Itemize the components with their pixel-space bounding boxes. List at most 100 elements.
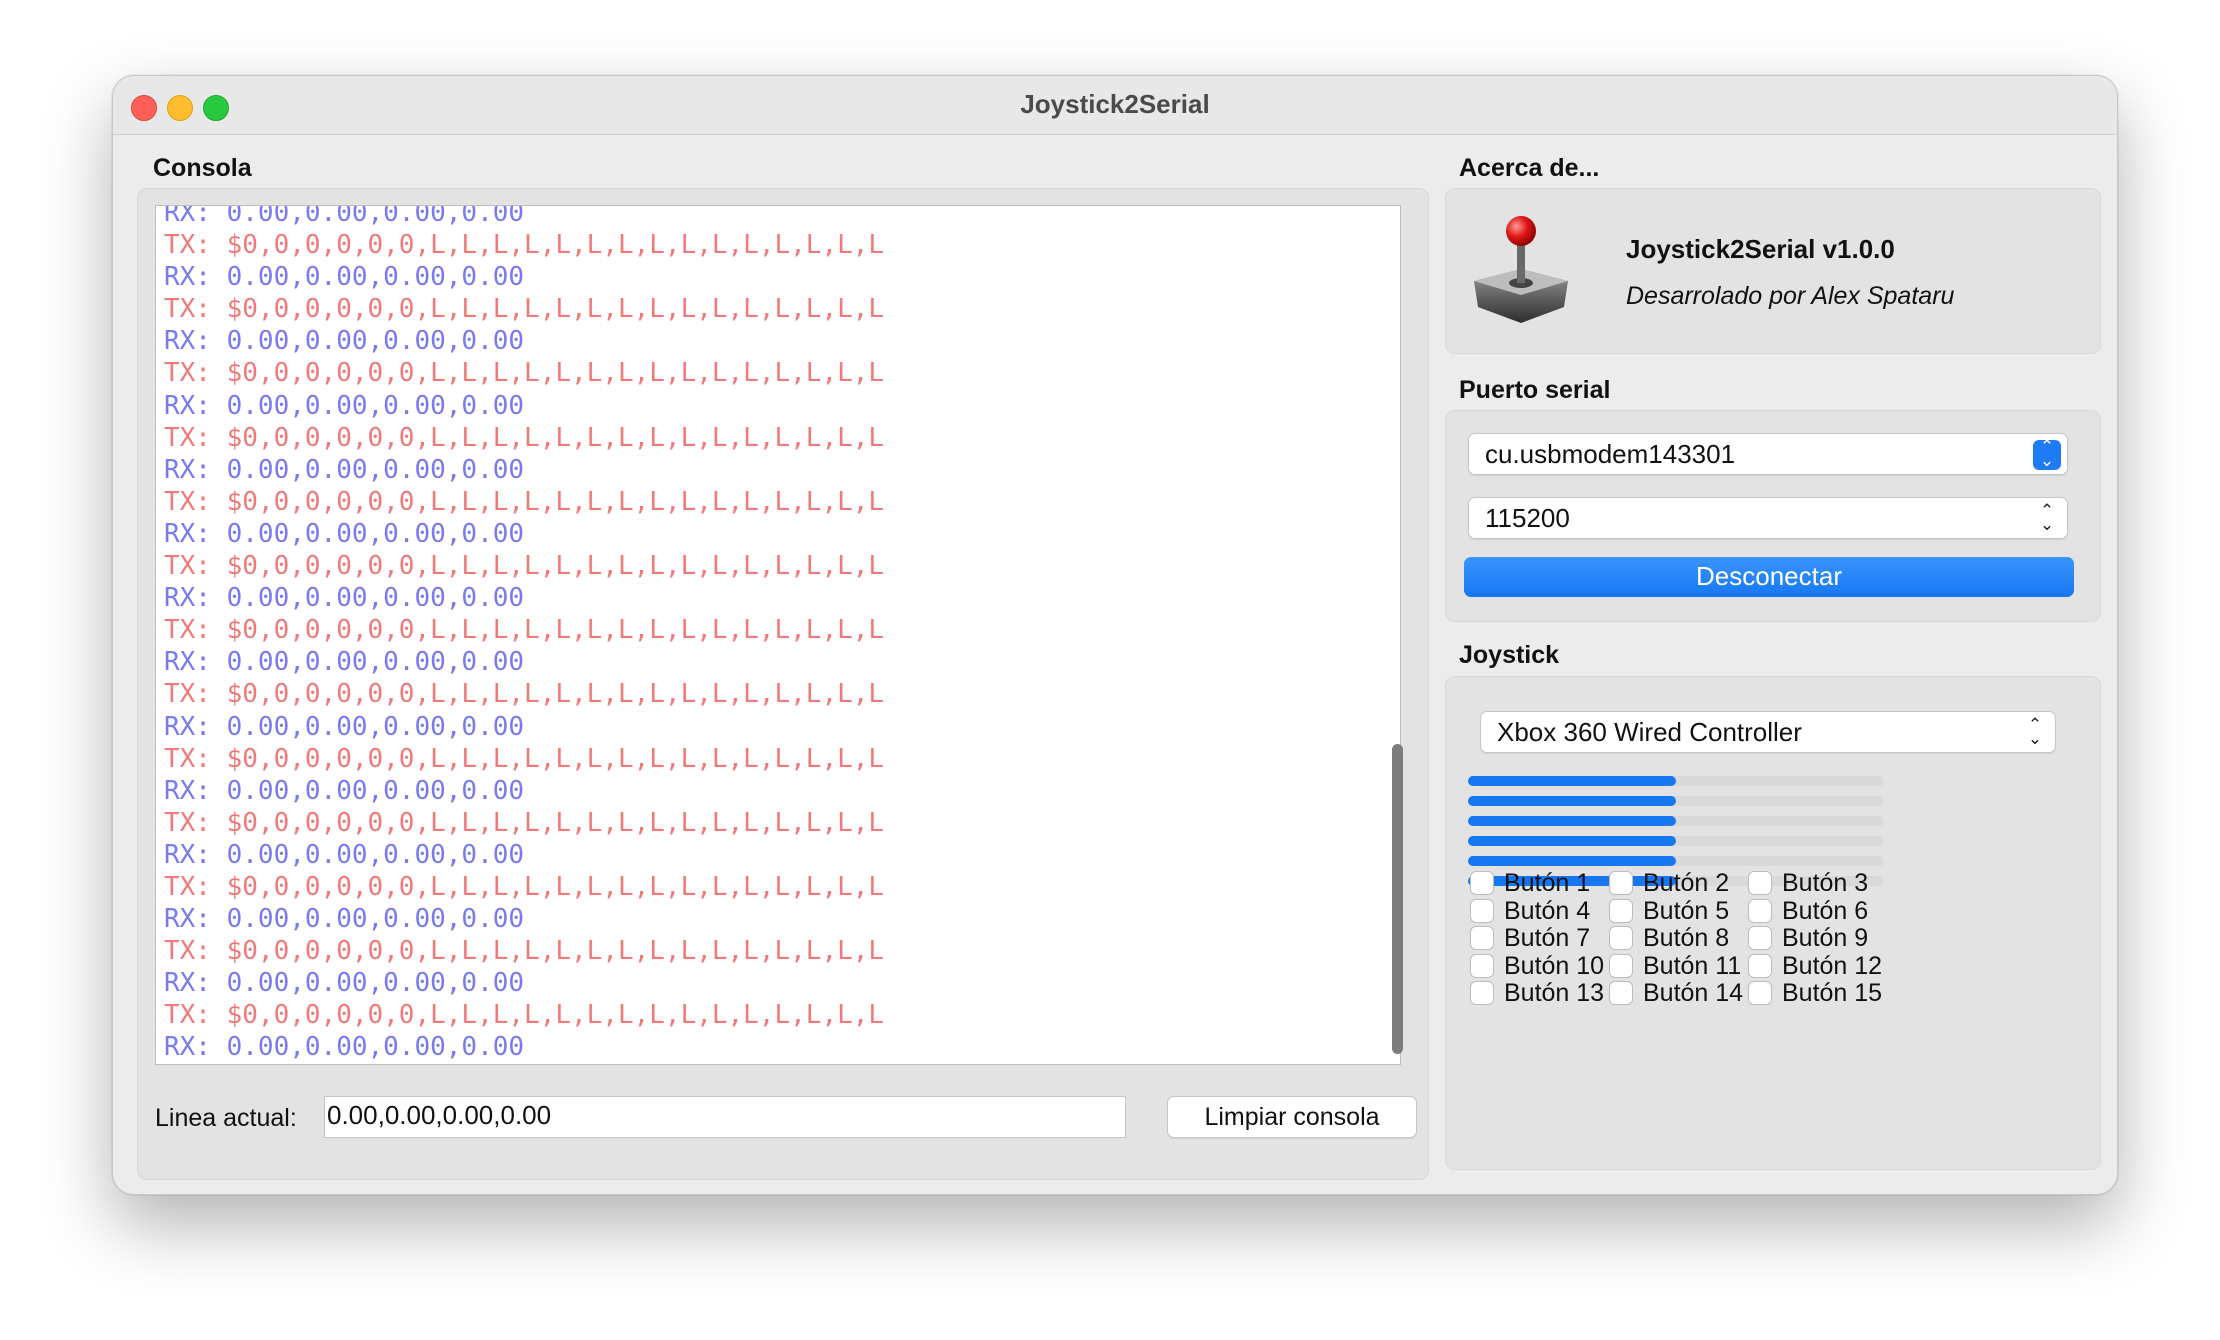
current-line-label: Linea actual:	[155, 1104, 297, 1132]
console-line-prefix: RX:	[164, 205, 227, 228]
console-line: TX: $0,0,0,0,0,0,L,L,L,L,L,L,L,L,L,L,L,L…	[164, 550, 884, 582]
console-line: RX: 0.00,0.00,0.00,0.00	[164, 967, 884, 999]
axis-bar-fill	[1468, 796, 1676, 806]
console-output[interactable]: RX: 0.00,0.00,0.00,0.00 TX: $0,0,0,0,0,0,…	[155, 205, 1401, 1065]
checkbox-box[interactable]	[1609, 871, 1633, 895]
serial-port-select[interactable]: cu.usbmodem143301 ⌃ ⌄	[1468, 433, 2068, 475]
console-group: RX: 0.00,0.00,0.00,0.00 TX: $0,0,0,0,0,0,…	[137, 188, 1429, 1180]
console-line: RX: 0.00,0.00,0.00,0.00	[164, 1031, 884, 1063]
console-line-text: 0.00,0.00,0.00,0.00	[226, 326, 525, 357]
console-line-prefix: TX:	[164, 358, 227, 389]
console-line-text: $0,0,0,0,0,0,L,L,L,L,L,L,L,L,L,L,L,L,L,L…	[226, 615, 885, 646]
console-line: TX: $0,0,0,0,0,0,L,L,L,L,L,L,L,L,L,L,L,L…	[164, 807, 884, 839]
checkbox-box[interactable]	[1748, 981, 1772, 1005]
checkbox-label: Butón 3	[1782, 869, 1869, 897]
axis-bar-fill	[1468, 836, 1676, 846]
title-bar[interactable]: Joystick2Serial	[113, 76, 2117, 135]
console-line: RX: 0.00,0.00,0.00,0.00	[164, 390, 884, 422]
checkbox-box[interactable]	[1609, 926, 1633, 950]
checkbox-box[interactable]	[1748, 871, 1772, 895]
console-line: TX: $0,0,0,0,0,0,L,L,L,L,L,L,L,L,L,L,L,L…	[164, 678, 884, 710]
console-line-text: $0,0,0,0,0,0,L,L,L,L,L,L,L,L,L,L,L,L,L,L…	[226, 936, 885, 967]
checkbox-label: Butón 12	[1782, 951, 1883, 980]
console-line-prefix: TX:	[164, 615, 227, 646]
console-line-text: 0.00,0.00,0.00,0.00	[226, 968, 525, 999]
console-line-prefix: RX:	[164, 839, 227, 870]
console-line-prefix: RX:	[164, 390, 227, 421]
about-group: Joystick2Serial v1.0.0 Desarrolado por A…	[1445, 188, 2101, 354]
console-line: RX: 0.00,0.00,0.00,0.00	[164, 454, 884, 486]
console-line-prefix: RX:	[164, 1032, 227, 1063]
console-line-prefix: TX:	[164, 486, 227, 517]
console-line-prefix: TX:	[164, 807, 227, 838]
checkbox-label: Butón 15	[1782, 979, 1883, 1007]
console-line-text: $0,0,0,0,0,0,L,L,L,L,L,L,L,L,L,L,L,L,L,L…	[226, 230, 885, 261]
checkbox-label: Butón 1	[1504, 869, 1591, 897]
console-line: RX: 0.00,0.00,0.00,0.00	[164, 903, 884, 935]
console-line: TX: $0,0,0,0,0,0,L,L,L,L,L,L,L,L,L,L,L,L…	[164, 999, 884, 1031]
axis-bar-fill	[1468, 856, 1676, 866]
chevron-up-down-icon: ⌃ ⌄	[2027, 715, 2043, 748]
joystick-icon	[1466, 211, 1576, 331]
checkbox-box[interactable]	[1470, 953, 1494, 978]
serial-port-value: cu.usbmodem143301	[1485, 439, 1736, 469]
console-line-text: 0.00,0.00,0.00,0.00	[226, 711, 525, 742]
clear-console-button[interactable]: Limpiar consola	[1167, 1096, 1417, 1138]
console-line-prefix: TX:	[164, 871, 227, 902]
console-line-text: $0,0,0,0,0,0,L,L,L,L,L,L,L,L,L,L,L,L,L,L…	[226, 422, 885, 453]
console-line-prefix: RX:	[164, 518, 227, 549]
console-line: RX: 0.00,0.00,0.00,0.00	[164, 711, 884, 743]
about-author: Desarrolado por Alex Spataru	[1626, 282, 1955, 310]
console-line-text: 0.00,0.00,0.00,0.00	[226, 390, 525, 421]
console-line: TX: $0,0,0,0,0,0,L,L,L,L,L,L,L,L,L,L,L,L…	[164, 871, 884, 903]
axis-bar-5	[1468, 856, 1884, 866]
disconnect-button[interactable]: Desconectar	[1464, 557, 2074, 597]
console-line-prefix: TX:	[164, 679, 227, 710]
checkbox-label: Butón 11	[1643, 951, 1742, 980]
console-line-text: 0.00,0.00,0.00,0.00	[226, 454, 525, 485]
checkbox-label: Butón 9	[1782, 924, 1869, 952]
console-line-text: $0,0,0,0,0,0,L,L,L,L,L,L,L,L,L,L,L,L,L,L…	[226, 358, 885, 389]
console-line-prefix: TX:	[164, 422, 227, 453]
console-lines: RX: 0.00,0.00,0.00,0.00 TX: $0,0,0,0,0,0,…	[164, 205, 885, 1064]
joystick-device-select[interactable]: Xbox 360 Wired Controller ⌃ ⌄	[1480, 711, 2056, 753]
console-line: RX: 0.00,0.00,0.00,0.00	[164, 205, 884, 229]
axis-bar-fill	[1468, 776, 1676, 786]
current-line-field[interactable]: 0.00,0.00,0.00,0.00	[324, 1096, 1126, 1138]
checkbox-label: Butón 8	[1643, 924, 1730, 952]
baud-rate-value: 115200	[1485, 503, 1570, 533]
checkbox-box[interactable]	[1470, 898, 1494, 923]
console-line-text: 0.00,0.00,0.00,0.00	[226, 839, 525, 870]
checkbox-box[interactable]	[1470, 926, 1494, 950]
console-line-text: $0,0,0,0,0,0,L,L,L,L,L,L,L,L,L,L,L,L,L,L…	[226, 551, 885, 582]
console-line: RX: 0.00,0.00,0.00,0.00	[164, 646, 884, 678]
console-line-prefix: RX:	[164, 775, 227, 806]
checkbox-box[interactable]	[1609, 981, 1633, 1005]
console-line-text: $0,0,0,0,0,0,L,L,L,L,L,L,L,L,L,L,L,L,L,L…	[226, 679, 885, 710]
checkbox-label: Butón 6	[1782, 896, 1869, 925]
console-line: RX: 0.00,0.00,0.00,0.00	[164, 582, 884, 614]
console-line-prefix: TX:	[164, 936, 227, 967]
checkbox-label: Butón 10	[1504, 951, 1605, 980]
checkbox-box[interactable]	[1748, 926, 1772, 950]
console-scrollbar[interactable]	[1392, 744, 1403, 1054]
checkbox-box[interactable]	[1748, 953, 1772, 978]
axis-bar-2	[1468, 796, 1884, 806]
console-line-prefix: RX:	[164, 647, 227, 678]
baud-rate-select[interactable]: 115200 ⌃ ⌄	[1468, 497, 2068, 539]
console-line-prefix: RX:	[164, 583, 227, 614]
console-line-text: $0,0,0,0,0,0,L,L,L,L,L,L,L,L,L,L,L,L,L,L…	[226, 1000, 885, 1031]
console-line-prefix: TX:	[164, 294, 227, 325]
console-line: TX: $0,0,0,0,0,0,L,L,L,L,L,L,L,L,L,L,L,L…	[164, 422, 884, 454]
console-line-text: 0.00,0.00,0.00,0.00	[226, 775, 525, 806]
checkbox-box[interactable]	[1470, 981, 1494, 1005]
checkbox-box[interactable]	[1609, 953, 1633, 978]
checkbox-box[interactable]	[1748, 898, 1772, 923]
checkbox-box[interactable]	[1470, 871, 1494, 895]
console-line-text: 0.00,0.00,0.00,0.00	[226, 518, 525, 549]
console-line: TX: $0,0,0,0,0,0,L,L,L,L,L,L,L,L,L,L,L,L…	[164, 229, 884, 261]
console-line-text: $0,0,0,0,0,0,L,L,L,L,L,L,L,L,L,L,L,L,L,L…	[226, 294, 885, 325]
checkbox-box[interactable]	[1609, 898, 1633, 923]
console-line-prefix: RX:	[164, 454, 227, 485]
console-line-text: 0.00,0.00,0.00,0.00	[226, 262, 525, 293]
